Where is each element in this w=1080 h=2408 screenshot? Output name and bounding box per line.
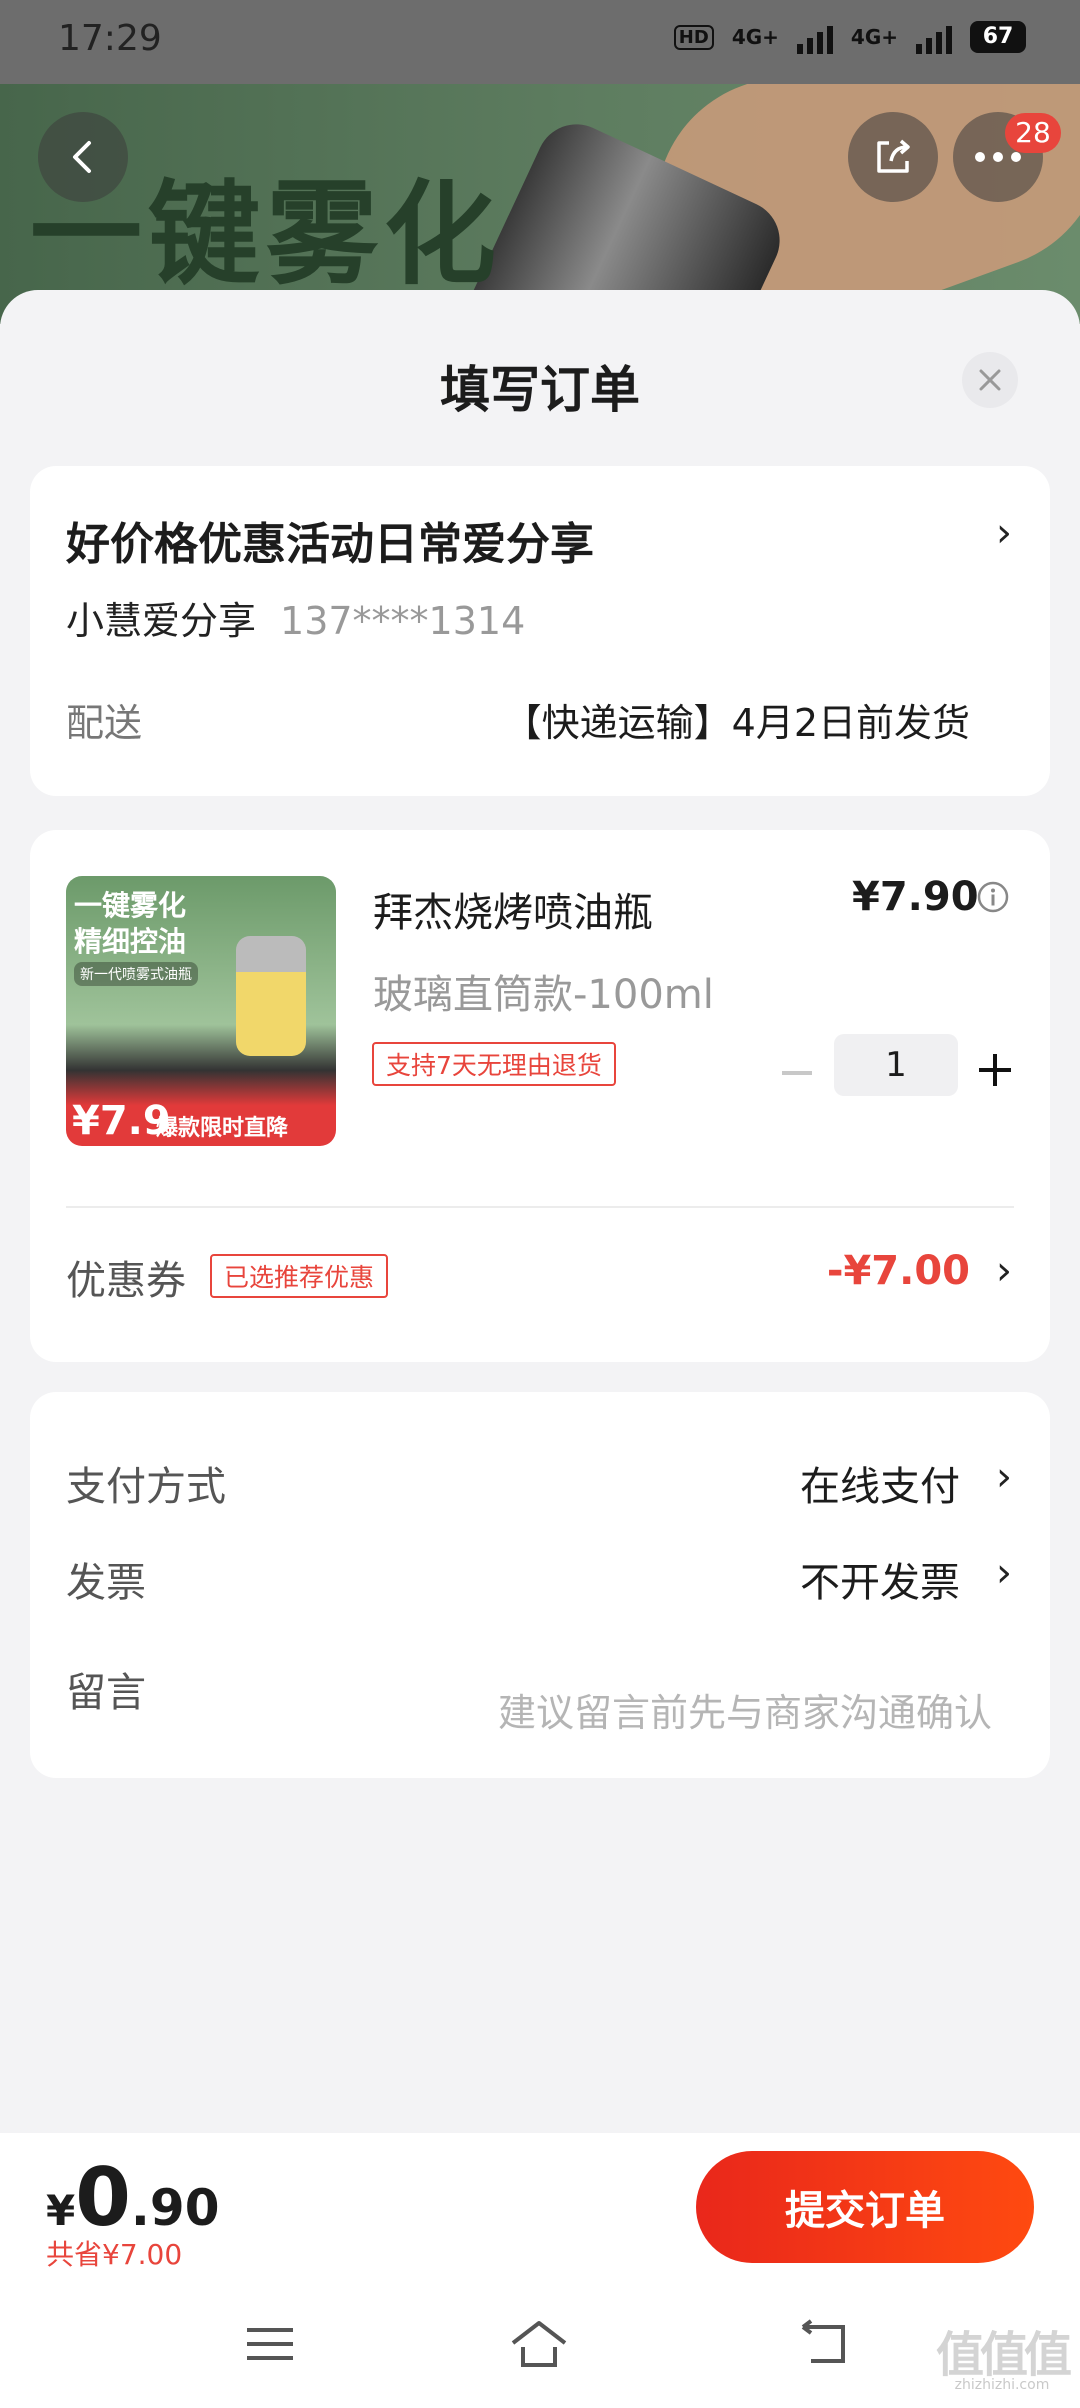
sheet-header: 填写订单 [0,290,1080,460]
nav-home-button[interactable] [509,2314,569,2374]
quantity-increase-button[interactable] [970,1045,1020,1095]
nav-menu-button[interactable] [240,2314,300,2374]
network-label-1: 4G+ [731,25,779,49]
chevron-right-icon[interactable]: › [996,1248,1012,1294]
quantity-input[interactable]: 1 [834,1034,958,1096]
contact-phone: 137****1314 [280,599,526,643]
share-icon [877,139,910,173]
more-dots-icon [975,152,1021,162]
watermark-site: zhizhizhi.com [954,2377,1050,2393]
item-title[interactable]: 拜杰烧烤喷油瓶 [373,880,653,938]
invoice-label: 发票 [66,1560,146,1606]
minus-icon [782,1071,812,1075]
back-arrow-icon [801,2319,845,2363]
total-price: ¥0.90 [46,2151,219,2244]
divider [66,1206,1014,1208]
status-bar: 17:29 HD 4G+ 4G+ 67 [0,0,1080,84]
plus-icon [979,1054,1011,1086]
share-button[interactable] [848,112,938,202]
nav-back-button[interactable] [795,2314,855,2374]
signal-icon [796,20,833,54]
thumb-label: 爆款限时直降 [156,1116,289,1141]
item-variant: 玻璃直筒款-100ml [373,972,714,1018]
currency-symbol: ¥ [46,2186,76,2235]
saved-amount: 共省¥7.00 [46,2238,183,2271]
checkout-bar: ¥0.90 共省¥7.00 提交订单 [0,2133,1080,2278]
chevron-left-icon [73,141,91,173]
product-thumbnail[interactable]: 一键雾化 精细控油 新一代喷雾式油瓶 ¥7.9 爆款限时直降 [66,876,336,1146]
close-icon [979,369,1001,391]
remark-input[interactable] [330,1684,994,1742]
delivery-value: 【快递运输】4月2日前发货 [503,701,970,745]
total-integer: 0 [75,2151,131,2244]
item-price: ¥7.90 [852,874,979,920]
return-policy-tag: 支持7天无理由退货 [372,1042,616,1086]
chevron-right-icon[interactable]: › [996,1454,1012,1500]
remark-label: 留言 [66,1670,146,1716]
invoice-value[interactable]: 不开发票 [800,1550,960,1608]
payment-card: 支付方式 在线支付 › 发票 不开发票 › 留言 [30,1392,1050,1778]
coupon-label: 优惠券 [66,1258,186,1304]
payment-method-value[interactable]: 在线支付 [800,1454,960,1512]
address-card[interactable]: 好价格优惠活动日常爱分享 › 小慧爱分享 137****1314 配送 【快递运输… [30,466,1050,796]
info-icon[interactable] [976,880,1010,914]
coupon-tag: 已选推荐优惠 [210,1254,389,1298]
thumb-text: 一键雾化 精细控油 [74,889,187,958]
notification-badge: 28 [1005,113,1061,153]
sheet-title: 填写订单 [440,361,640,419]
order-sheet: 填写订单 好价格优惠活动日常爱分享 › 小慧爱分享 137****1314 配送 … [0,290,1080,2130]
status-icons: HD 4G+ 4G+ 67 [673,20,1026,54]
payment-method-label: 支付方式 [66,1464,226,1510]
total-decimal: .90 [130,2179,220,2237]
item-card: 一键雾化 精细控油 新一代喷雾式油瓶 ¥7.9 爆款限时直降 拜杰烧烤喷油瓶 ¥… [30,830,1050,1362]
battery-icon: 67 [970,21,1026,53]
back-button[interactable] [38,112,128,202]
thumb-bottle-image [236,936,306,1056]
coupon-value[interactable]: -¥7.00 [827,1248,970,1294]
menu-icon [247,2328,293,2360]
chevron-right-icon[interactable]: › [996,1550,1012,1596]
delivery-label: 配送 [66,701,143,745]
address-name: 好价格优惠活动日常爱分享 [66,519,594,570]
status-time: 17:29 [58,18,162,59]
watermark: 值值值 zhizhizhi.com [935,2327,1072,2400]
contact-name: 小慧爱分享 [66,599,257,643]
submit-order-button[interactable]: 提交订单 [696,2151,1034,2263]
quantity-decrease-button[interactable] [772,1048,822,1098]
hd-icon: HD [673,24,714,50]
thumb-subtext: 新一代喷雾式油瓶 [74,962,198,986]
watermark-logo: 值值值 [935,2327,1072,2383]
network-label-2: 4G+ [850,25,898,49]
system-nav-bar: 值值值 zhizhizhi.com [0,2278,1080,2408]
signal-icon-2 [916,20,952,54]
home-icon [511,2321,567,2367]
chevron-right-icon: › [996,510,1012,556]
address-contact: 小慧爱分享 137****1314 [66,590,525,645]
close-button[interactable] [962,352,1018,408]
